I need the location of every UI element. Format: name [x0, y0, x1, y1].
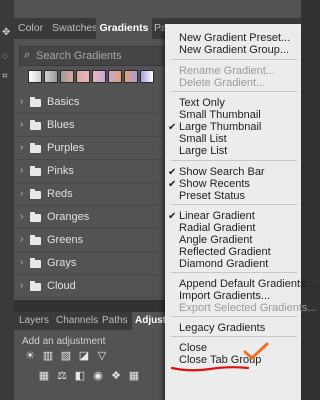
recent-gradient-swatch[interactable] — [44, 70, 58, 83]
curves-icon[interactable]: ▨ — [60, 350, 72, 362]
folder-icon — [30, 281, 41, 291]
menu-item-close[interactable]: Close — [179, 342, 207, 354]
red-underline-annotation — [170, 366, 250, 372]
folder-icon — [30, 235, 41, 245]
group-label: Blues — [47, 119, 75, 131]
checkmark-icon: ✔ — [168, 167, 177, 178]
folder-icon — [30, 120, 41, 130]
recent-gradient-swatch[interactable] — [92, 70, 106, 83]
checkmark-icon: ✔ — [168, 122, 177, 133]
folder-icon — [30, 97, 41, 107]
group-label: Basics — [47, 96, 80, 108]
menu-item-preset-status[interactable]: Preset Status — [179, 190, 245, 202]
menu-item-legacy-gradients[interactable]: Legacy Gradients — [179, 322, 265, 334]
menu-item-show-recents[interactable]: Show Recents — [179, 178, 250, 190]
tab-color[interactable]: Color — [18, 18, 46, 39]
menu-item-angle-gradient[interactable]: Angle Gradient — [179, 234, 252, 246]
chevron-right-icon[interactable]: › — [20, 211, 23, 222]
recent-gradient-swatch[interactable] — [124, 70, 138, 83]
recent-gradient-swatch[interactable] — [140, 70, 154, 83]
group-label: Grays — [47, 257, 77, 269]
tab-channels[interactable]: Channels — [56, 312, 98, 330]
folder-icon — [30, 143, 41, 153]
menu-item-diamond-gradient[interactable]: Diamond Gradient — [179, 258, 268, 270]
menu-separator — [171, 160, 297, 161]
orange-checkmark-annotation — [243, 342, 269, 360]
menu-item-new-gradient-group[interactable]: New Gradient Group... — [179, 44, 289, 56]
chevron-right-icon[interactable]: › — [20, 280, 23, 291]
tools-strip: ✥ ◌ ⌗ — [0, 0, 15, 400]
menu-item-rename-gradient: Rename Gradient... — [179, 65, 275, 77]
menu-separator — [171, 336, 297, 337]
black-white-icon[interactable]: ◧ — [74, 370, 86, 382]
levels-icon[interactable]: ▥ — [42, 350, 54, 362]
tab-gradients[interactable]: Gradients — [96, 18, 152, 39]
recent-gradient-swatch[interactable] — [76, 70, 90, 83]
group-label: Purples — [47, 142, 85, 154]
color-lookup-icon[interactable]: ▦ — [128, 370, 140, 382]
menu-separator — [171, 272, 297, 273]
photo-filter-icon[interactable]: ◉ — [92, 370, 104, 382]
search-input[interactable] — [36, 47, 176, 65]
group-label: Cloud — [47, 280, 76, 292]
menu-item-export-selected-gradients: Export Selected Gradients... — [179, 302, 317, 314]
search-bar: ⌕ — [19, 46, 181, 66]
color-balance-icon[interactable]: ⚖ — [56, 370, 68, 382]
hue-saturation-icon[interactable]: ▦ — [38, 370, 50, 382]
recent-gradient-swatch[interactable] — [108, 70, 122, 83]
menu-separator — [171, 316, 297, 317]
folder-icon — [30, 189, 41, 199]
menu-separator — [171, 91, 297, 92]
menu-item-linear-gradient[interactable]: Linear Gradient — [179, 210, 255, 222]
brightness-icon[interactable]: ☀ — [24, 350, 36, 362]
folder-icon — [30, 212, 41, 222]
chevron-right-icon[interactable]: › — [20, 188, 23, 199]
menu-separator — [171, 204, 297, 205]
channel-mixer-icon[interactable]: ❖ — [110, 370, 122, 382]
menu-item-text-only[interactable]: Text Only — [179, 97, 225, 109]
folder-icon — [30, 166, 41, 176]
tab-layers[interactable]: Layers — [19, 312, 49, 330]
menu-item-large-thumbnail[interactable]: Large Thumbnail — [179, 121, 261, 133]
menu-item-new-gradient-preset[interactable]: New Gradient Preset... — [179, 32, 290, 44]
group-label: Pinks — [47, 165, 74, 177]
checkmark-icon: ✔ — [168, 179, 177, 190]
lasso-icon[interactable]: ◌ — [2, 52, 12, 62]
chevron-right-icon[interactable]: › — [20, 257, 23, 268]
recent-gradient-swatch[interactable] — [28, 70, 42, 83]
chevron-right-icon[interactable]: › — [20, 119, 23, 130]
search-icon: ⌕ — [24, 49, 31, 61]
checkmark-icon: ✔ — [168, 211, 177, 222]
adjustments-title: Add an adjustment — [22, 336, 106, 347]
tab-swatches[interactable]: Swatches — [52, 18, 98, 39]
exposure-icon[interactable]: ◪ — [78, 350, 90, 362]
move-icon[interactable]: ✥ — [2, 28, 12, 38]
chevron-right-icon[interactable]: › — [20, 165, 23, 176]
panel-flyout-menu: New Gradient Preset... New Gradient Group… — [165, 24, 317, 400]
vibrance-icon[interactable]: ▽ — [96, 350, 108, 362]
menu-item-reflected-gradient[interactable]: Reflected Gradient — [179, 246, 271, 258]
chevron-right-icon[interactable]: › — [20, 96, 23, 107]
menu-item-show-search-bar[interactable]: Show Search Bar — [179, 166, 265, 178]
menu-separator — [171, 59, 297, 60]
menu-item-import-gradients[interactable]: Import Gradients... — [179, 290, 270, 302]
recent-gradient-swatch[interactable] — [60, 70, 74, 83]
menu-item-small-list[interactable]: Small List — [179, 133, 227, 145]
folder-icon — [30, 258, 41, 268]
menu-item-small-thumbnail[interactable]: Small Thumbnail — [179, 109, 261, 121]
chevron-right-icon[interactable]: › — [20, 142, 23, 153]
crop-icon[interactable]: ⌗ — [2, 72, 12, 82]
chevron-right-icon[interactable]: › — [20, 234, 23, 245]
menu-item-append-default-gradients[interactable]: Append Default Gradients... — [179, 278, 315, 290]
group-label: Reds — [47, 188, 73, 200]
group-label: Greens — [47, 234, 84, 246]
menu-item-delete-gradient: Delete Gradient... — [179, 77, 266, 89]
menu-item-large-list[interactable]: Large List — [179, 145, 227, 157]
group-label: Oranges — [47, 211, 90, 223]
tab-paths[interactable]: Paths — [102, 312, 130, 330]
menu-item-radial-gradient[interactable]: Radial Gradient — [179, 222, 255, 234]
